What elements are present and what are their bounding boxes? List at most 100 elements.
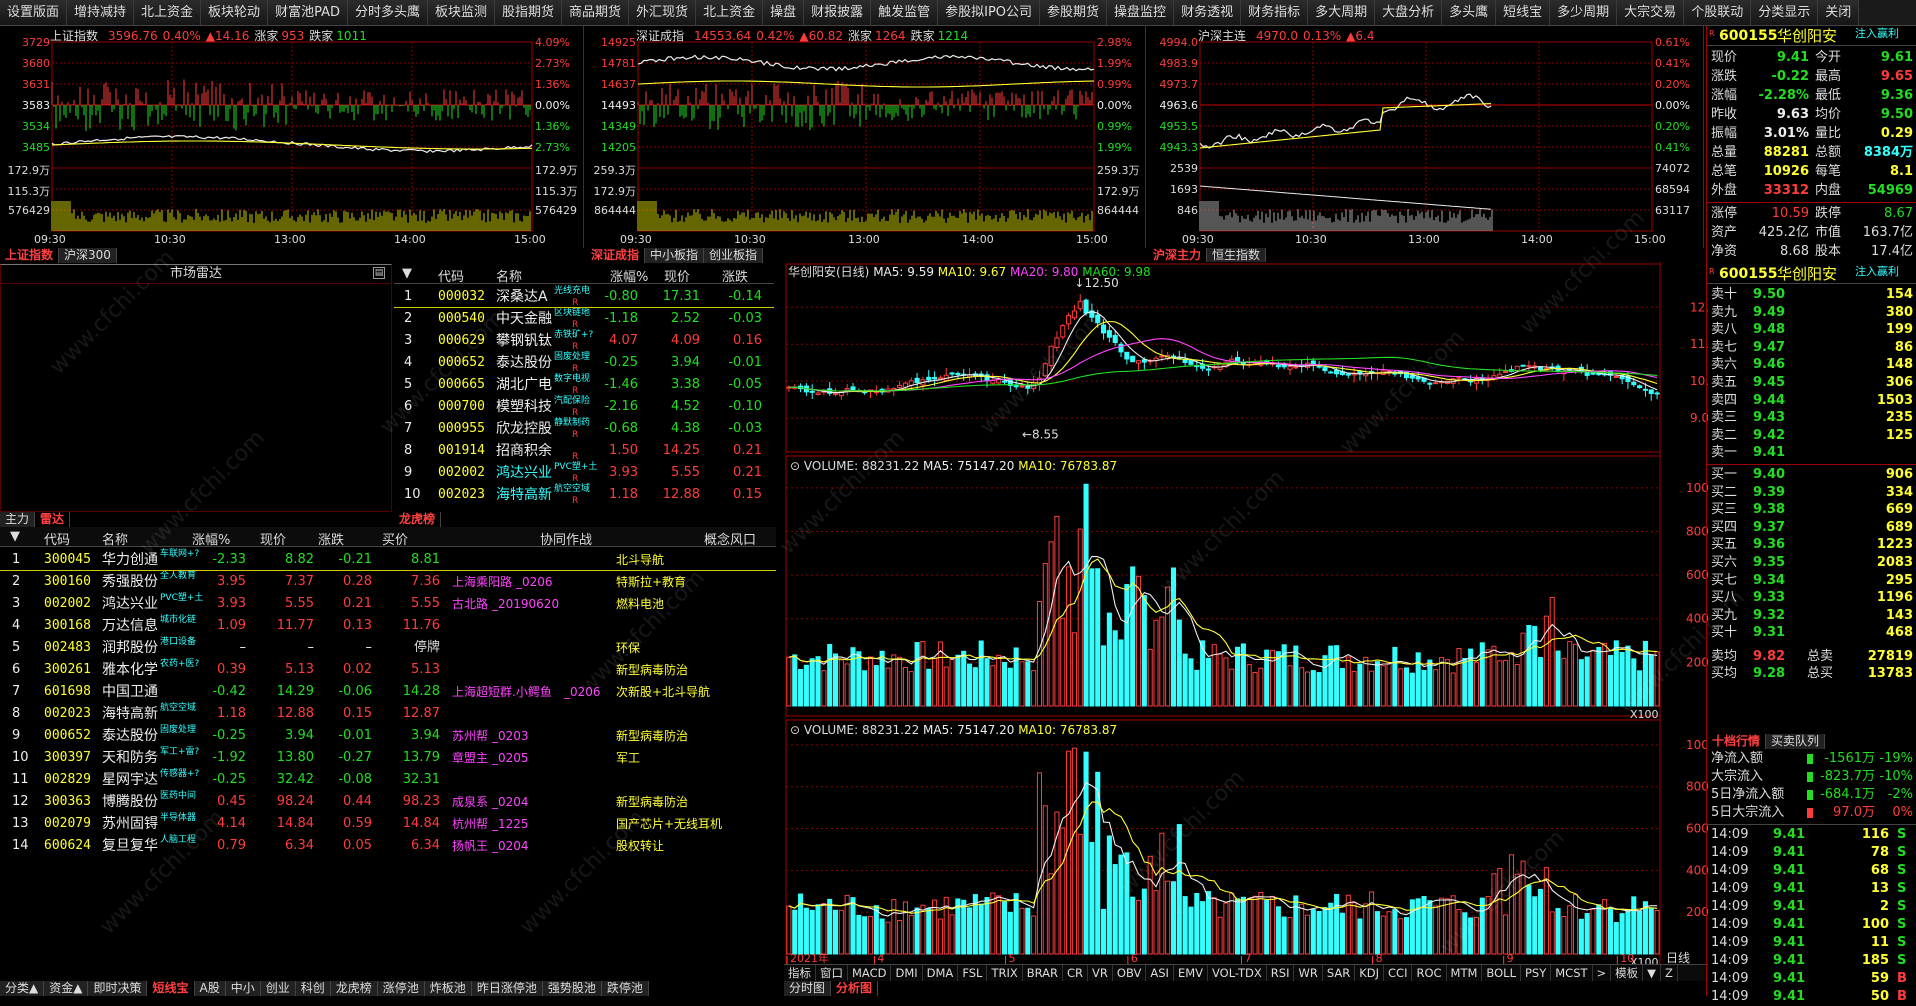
- kline-tab[interactable]: 分析图: [831, 981, 879, 996]
- watch-col-header[interactable]: 代码: [44, 529, 70, 548]
- watch-tab[interactable]: 昨日涨停池: [471, 981, 543, 996]
- toolbar-button-25[interactable]: 个股联动: [1684, 0, 1752, 25]
- radar-tab[interactable]: 雷达: [35, 512, 71, 527]
- toolbar-button-9[interactable]: 外汇现货: [629, 0, 697, 25]
- watch-tab[interactable]: 资金▲: [44, 981, 89, 996]
- sort-icon[interactable]: ▼: [10, 529, 20, 544]
- toolbar-button-15[interactable]: 参股期货: [1040, 0, 1108, 25]
- indicator-button[interactable]: VR: [1088, 965, 1113, 981]
- toolbar-button-2[interactable]: 北上资金: [134, 0, 202, 25]
- mini-chart-1[interactable]: 深证成指 14553.64 0.42% ▲60.82 涨家 1264 跌家 1214 14925…: [586, 26, 1146, 248]
- toolbar-button-21[interactable]: 多头鹰: [1442, 0, 1497, 25]
- watch-col-header[interactable]: 涨跌: [318, 529, 344, 548]
- watch-col-header[interactable]: 现价: [260, 529, 286, 548]
- bid-level[interactable]: 买一 9.40 906: [1707, 466, 1916, 484]
- toolbar-button-6[interactable]: 板块监测: [428, 0, 496, 25]
- bid-level[interactable]: 买七 9.34 295: [1707, 572, 1916, 590]
- watch-row[interactable]: 3 002002 鸿达兴业 PVC塑+土 3.93 5.55 0.21 5.55 古北路 _201…: [0, 593, 776, 615]
- indicator-button[interactable]: TRIX: [987, 965, 1023, 981]
- watch-tab[interactable]: 中小: [225, 981, 261, 996]
- ask-level[interactable]: 卖二 9.42 125: [1707, 427, 1916, 445]
- watch-tab[interactable]: 炸板池: [424, 981, 472, 996]
- indicator-button[interactable]: SAR: [1323, 965, 1356, 981]
- toolbar-button-5[interactable]: 分时多头鹰: [347, 0, 428, 25]
- mini-tab[interactable]: 中小板指: [645, 248, 705, 263]
- ask-level[interactable]: 卖十 9.50 154: [1707, 286, 1916, 304]
- indicator-button[interactable]: DMA: [923, 965, 959, 981]
- indicator-button[interactable]: VOL-TDX: [1208, 965, 1267, 981]
- indicator-button[interactable]: MCST: [1551, 965, 1593, 981]
- toolbar-button-1[interactable]: 增持减持: [67, 0, 135, 25]
- watch-col-header[interactable]: 概念风口: [704, 529, 756, 548]
- indicator-button[interactable]: OBV: [1113, 965, 1147, 981]
- watch-row[interactable]: 4 300168 万达信息 城市化链 1.09 11.77 0.13 11.76: [0, 615, 776, 637]
- toolbar-button-17[interactable]: 财务透视: [1174, 0, 1242, 25]
- longhu-row[interactable]: 7 000955 欣龙控股 静默制药 R -0.68 4.38 -0.03: [394, 418, 774, 440]
- watch-tab[interactable]: 强势股池: [542, 981, 602, 996]
- longhu-col-header[interactable]: 现价: [664, 266, 690, 285]
- indicator-button[interactable]: ASI: [1146, 965, 1174, 981]
- toolbar-button-23[interactable]: 多少周期: [1550, 0, 1618, 25]
- indicator-button[interactable]: WR: [1294, 965, 1323, 981]
- bid-level[interactable]: 买九 9.32 143: [1707, 607, 1916, 625]
- mini-tab[interactable]: 创业板指: [704, 248, 764, 263]
- toolbar-button-19[interactable]: 多大周期: [1308, 0, 1376, 25]
- ask-level[interactable]: 卖五 9.45 306: [1707, 374, 1916, 392]
- watch-tab[interactable]: 涨停池: [377, 981, 425, 996]
- radar-tab[interactable]: 主力: [0, 512, 36, 527]
- indicator-button[interactable]: MACD: [848, 965, 892, 981]
- toolbar-button-8[interactable]: 商品期货: [562, 0, 630, 25]
- watch-row[interactable]: 12 300363 博腾股份 医药中间 0.45 98.24 0.44 98.23 成泉系 _02…: [0, 791, 776, 813]
- ask-level[interactable]: 卖八 9.48 199: [1707, 321, 1916, 339]
- mini-tab[interactable]: 恒生指数: [1207, 248, 1267, 263]
- indicator-button[interactable]: Z: [1661, 965, 1678, 981]
- watch-row[interactable]: 14 600624 复旦复华 人脑工程 0.79 6.34 0.05 6.34 扬帆王 _0204…: [0, 835, 776, 857]
- toolbar-button-24[interactable]: 大宗交易: [1617, 0, 1685, 25]
- indicator-button[interactable]: PSY: [1521, 965, 1552, 981]
- bid-level[interactable]: 买五 9.36 1223: [1707, 536, 1916, 554]
- kline-tab[interactable]: 分时图: [784, 981, 832, 996]
- mini-tab[interactable]: 沪深主力: [1148, 248, 1208, 263]
- quote-tab[interactable]: 买卖队列: [1766, 734, 1826, 749]
- toolbar-button-12[interactable]: 财报披露: [804, 0, 872, 25]
- watch-row[interactable]: 1 300045 华力创通 车联网+? -2.33 8.82 -0.21 8.81 北斗导航: [0, 549, 776, 571]
- indicator-button[interactable]: EMV: [1174, 965, 1208, 981]
- ask-level[interactable]: 卖七 9.47 86: [1707, 339, 1916, 357]
- watch-tab[interactable]: 龙虎榜: [330, 981, 378, 996]
- longhu-col-header[interactable]: 涨跌: [722, 266, 748, 285]
- indicator-button[interactable]: BRAR: [1023, 965, 1064, 981]
- mini-tab[interactable]: 深证成指: [586, 248, 646, 263]
- indicator-button[interactable]: ROC: [1412, 965, 1447, 981]
- indicator-button[interactable]: ▼: [1643, 965, 1662, 981]
- indicator-button[interactable]: 模板: [1611, 965, 1644, 981]
- indicator-button[interactable]: CR: [1063, 965, 1089, 981]
- toolbar-button-7[interactable]: 股指期货: [495, 0, 563, 25]
- ask-level[interactable]: 卖一 9.41: [1707, 444, 1916, 462]
- indicator-button[interactable]: 窗口: [816, 965, 848, 981]
- longhu-col-header[interactable]: 名称: [496, 266, 522, 285]
- ask-level[interactable]: 卖九 9.49 380: [1707, 304, 1916, 322]
- toolbar-button-22[interactable]: 短线宝: [1496, 0, 1551, 25]
- mini-tab[interactable]: 沪深300: [59, 248, 117, 263]
- mini-chart-2[interactable]: 沪深主连 4970.0 0.13% ▲6.4 4994.0 0.61% 4983.9 0.41…: [1148, 26, 1704, 248]
- indicator-button[interactable]: KDJ: [1355, 965, 1385, 981]
- ask-level[interactable]: 卖六 9.46 148: [1707, 356, 1916, 374]
- watch-row[interactable]: 8 002023 海特高新 航空空域 1.18 12.88 0.15 12.87: [0, 703, 776, 725]
- bid-level[interactable]: 买八 9.33 1196: [1707, 589, 1916, 607]
- toolbar-button-20[interactable]: 大盘分析: [1375, 0, 1443, 25]
- indicator-button[interactable]: >: [1593, 965, 1612, 981]
- indicator-button[interactable]: MTM: [1447, 965, 1483, 981]
- watch-row[interactable]: 6 300261 雅本化学 农药+医? 0.39 5.13 0.02 5.13 新型病毒防治: [0, 659, 776, 681]
- sort-icon[interactable]: ▼: [402, 266, 412, 281]
- toolbar-button-4[interactable]: 财富池PAD: [268, 0, 348, 25]
- bid-level[interactable]: 买三 9.38 669: [1707, 501, 1916, 519]
- mini-chart-0[interactable]: 上证指数 3596.76 0.40% ▲14.16 涨家 953 跌家 1011 3729 4.0…: [0, 26, 584, 248]
- watch-tab[interactable]: 创业: [260, 981, 296, 996]
- watch-row[interactable]: 2 300160 秀强股份 全人教育 3.95 7.37 0.28 7.36 上海乘阳路 _020…: [0, 571, 776, 593]
- watch-tab[interactable]: 分类▲: [0, 981, 45, 996]
- bid-level[interactable]: 买十 9.31 468: [1707, 624, 1916, 642]
- indicator-button[interactable]: DMI: [891, 965, 923, 981]
- quote-tab[interactable]: 十档行情: [1707, 734, 1767, 749]
- toolbar-button-14[interactable]: 参股拟IPO公司: [938, 0, 1041, 25]
- watch-row[interactable]: 9 000652 泰达股份 固废处理 -0.25 3.94 -0.01 3.94 苏州帮 _020…: [0, 725, 776, 747]
